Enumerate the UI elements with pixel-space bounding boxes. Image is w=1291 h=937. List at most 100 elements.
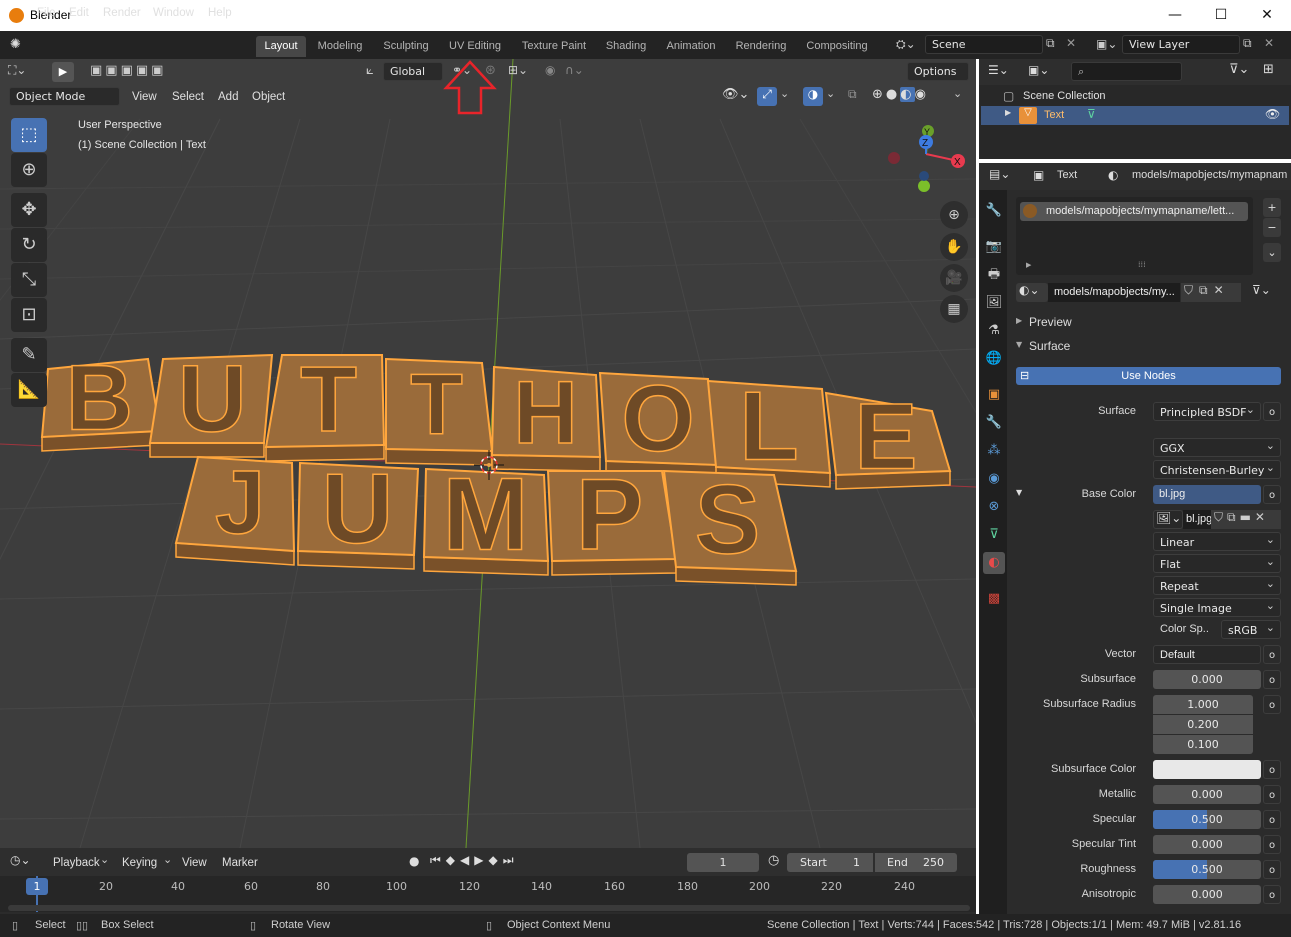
select-mode-tool-icon[interactable]: ▶: [52, 62, 74, 82]
tab-modifiers-icon[interactable]: 🔧: [983, 412, 1005, 434]
surface-panel-header[interactable]: ▼ Surface: [1012, 337, 1287, 357]
gizmo-dropdown-icon[interactable]: ⌄: [780, 87, 794, 105]
projection-dropdown[interactable]: Flat: [1153, 552, 1281, 573]
vector-socket-icon[interactable]: o: [1263, 645, 1281, 664]
tool-scale[interactable]: ⤡: [11, 263, 47, 297]
start-frame-field[interactable]: Start 1: [787, 853, 873, 872]
overlays-dropdown-icon[interactable]: ⌄: [826, 87, 840, 105]
playhead-frame[interactable]: 1: [26, 878, 48, 895]
use-nodes-button[interactable]: ⊟ Use Nodes: [1016, 367, 1281, 385]
image-name-field[interactable]: bl.jpg: [1183, 510, 1212, 529]
tab-animation[interactable]: Animation: [659, 36, 723, 57]
tool-move[interactable]: ✥: [11, 193, 47, 227]
timeline-menu-keying[interactable]: Keying: [122, 853, 157, 873]
distribution-dropdown[interactable]: GGX: [1153, 436, 1281, 457]
outliner-row-scene-collection[interactable]: ▢ Scene Collection: [1000, 88, 1280, 106]
add-slot-button[interactable]: +: [1263, 198, 1281, 217]
preview-panel-header[interactable]: ▶ Preview: [1012, 313, 1287, 333]
tab-tool-icon[interactable]: 🔧: [983, 200, 1005, 222]
color-space-dropdown[interactable]: sRGB: [1221, 618, 1281, 639]
tool-measure[interactable]: 📐: [11, 373, 47, 407]
tab-compositing[interactable]: Compositing: [800, 36, 874, 57]
proportional-edit-icon[interactable]: ◉: [545, 63, 561, 81]
timeline-menu-view[interactable]: View: [182, 853, 207, 873]
browse-material-icon[interactable]: ◐⌄: [1016, 283, 1048, 302]
xray-toggle-icon[interactable]: ⧉: [848, 87, 866, 105]
metallic-field[interactable]: 0.000: [1153, 785, 1261, 804]
tab-particles-icon[interactable]: ⁂: [983, 440, 1005, 462]
tab-rendering[interactable]: Rendering: [730, 36, 792, 57]
extension-dropdown[interactable]: Repeat: [1153, 574, 1281, 595]
roughness-slider[interactable]: 0.500: [1153, 860, 1261, 879]
ortho-toggle-icon[interactable]: ▦: [940, 295, 968, 323]
surface-shader-field[interactable]: Principled BSDF: [1153, 400, 1261, 421]
material-slot-item[interactable]: models/mapobjects/mymapname/lett...: [1020, 202, 1248, 221]
tab-scene-icon[interactable]: ⚗: [983, 320, 1005, 342]
tab-texture-paint[interactable]: Texture Paint: [515, 36, 593, 57]
subsurface-color-socket-icon[interactable]: o: [1263, 760, 1281, 779]
navigation-gizmo[interactable]: X Y Z: [880, 118, 970, 208]
surface-socket-icon[interactable]: o: [1263, 402, 1281, 421]
editor-type-icon[interactable]: ⛶⌄: [8, 63, 42, 81]
playback-dropdown-icon[interactable]: ⌄: [100, 853, 109, 866]
transform-orientation-dropdown[interactable]: Global: [383, 62, 443, 81]
blender-menu-icon[interactable]: ✺: [10, 37, 28, 53]
viewport-menu-select[interactable]: Select: [172, 87, 204, 107]
tab-physics-icon[interactable]: ◉: [983, 468, 1005, 490]
close-button[interactable]: ✕: [1244, 2, 1290, 28]
snap-target-icon[interactable]: ⊞⌄: [508, 63, 536, 81]
preview-range-icon[interactable]: ◷: [768, 853, 784, 871]
viewport-menu-add[interactable]: Add: [218, 87, 238, 107]
new-collection-icon[interactable]: ⊞: [1263, 62, 1281, 80]
tab-view-layer-icon[interactable]: 🖼: [983, 292, 1005, 314]
minimize-button[interactable]: —: [1152, 2, 1198, 28]
link-type-icon[interactable]: ⊽⌄: [1252, 283, 1282, 302]
specular-tint-field[interactable]: 0.000: [1153, 835, 1261, 854]
specular-tint-socket-icon[interactable]: o: [1263, 835, 1281, 854]
keying-dropdown-icon[interactable]: ⌄: [163, 853, 172, 866]
roughness-socket-icon[interactable]: o: [1263, 860, 1281, 879]
tool-rotate[interactable]: ↻: [11, 228, 47, 262]
delete-view-layer-icon[interactable]: ✕: [1264, 36, 1280, 52]
menu-window[interactable]: Window: [153, 7, 194, 19]
subsurface-radius-y[interactable]: 0.200: [1153, 715, 1253, 734]
browse-image-icon[interactable]: 🖼⌄: [1153, 510, 1183, 529]
maximize-button[interactable]: ☐: [1198, 2, 1244, 28]
slot-specials-button[interactable]: ⌄: [1263, 243, 1281, 262]
shading-mode-icons[interactable]: ⊕●◐◉: [872, 87, 952, 106]
material-name-field[interactable]: models/mapobjects/my...: [1048, 283, 1180, 302]
zoom-icon[interactable]: ⊕: [940, 201, 968, 229]
viewport-menu-view[interactable]: View: [132, 87, 157, 107]
playback-controls-icons[interactable]: ⏮◆◀▶◆⏭: [430, 853, 550, 871]
current-frame-field[interactable]: 1: [687, 853, 759, 872]
subsurface-radius-z[interactable]: 0.100: [1153, 735, 1253, 754]
tool-annotate[interactable]: ✎: [11, 338, 47, 372]
filter-icon[interactable]: ⊽⌄: [1229, 62, 1255, 80]
timeline-scrollbar[interactable]: [8, 905, 970, 911]
image-actions-icons[interactable]: ⛉⧉▬✕: [1211, 510, 1281, 529]
tab-output-icon[interactable]: 🖶: [983, 264, 1005, 286]
remove-slot-button[interactable]: −: [1263, 218, 1281, 237]
shading-dropdown-icon[interactable]: ⌄: [953, 87, 967, 105]
specular-socket-icon[interactable]: o: [1263, 810, 1281, 829]
tab-uv-editing[interactable]: UV Editing: [443, 36, 507, 57]
tool-cursor[interactable]: ⊕: [11, 153, 47, 187]
source-dropdown[interactable]: Single Image: [1153, 596, 1281, 617]
display-mode-icon[interactable]: ▣⌄: [1028, 63, 1058, 81]
timeline-editor-icon[interactable]: ◷⌄: [10, 853, 40, 871]
view-layer-icon[interactable]: ▣⌄: [1096, 37, 1122, 55]
delete-scene-icon[interactable]: ✕: [1066, 36, 1082, 52]
vector-field[interactable]: Default: [1153, 645, 1261, 664]
tool-select-box[interactable]: ⬚: [11, 118, 47, 152]
tab-object-icon[interactable]: ▣: [983, 384, 1005, 406]
end-frame-field[interactable]: End 250: [875, 853, 957, 872]
resize-handle-icon[interactable]: ⁞⁞⁞: [1138, 260, 1146, 269]
tab-sculpting[interactable]: Sculpting: [376, 36, 436, 57]
tab-shading[interactable]: Shading: [600, 36, 652, 57]
base-color-texture-field[interactable]: bl.jpg: [1153, 485, 1261, 504]
specular-slider[interactable]: 0.500: [1153, 810, 1261, 829]
interpolation-dropdown[interactable]: Linear: [1153, 530, 1281, 551]
slot-expand-icon[interactable]: ▶: [1026, 261, 1031, 269]
tab-layout[interactable]: Layout: [256, 36, 306, 57]
mode-dropdown[interactable]: Object Mode: [9, 87, 120, 106]
